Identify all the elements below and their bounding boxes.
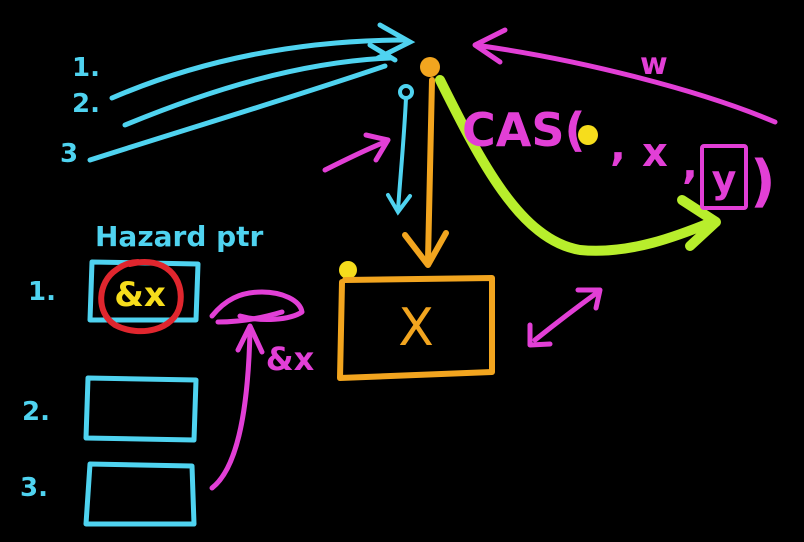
cas-close-paren: ) [750, 149, 776, 214]
hazard-slot-3-value: &x [266, 340, 315, 378]
head-dot [420, 57, 440, 77]
magenta-pointer-arrow [322, 132, 391, 173]
thread-labels: 1. 2. 3 [60, 53, 100, 169]
node-dot [339, 261, 357, 279]
thread-arrows [87, 22, 416, 163]
cas-arg-head-dot [578, 125, 598, 145]
hazard-slot-label-1: 1. [28, 277, 56, 307]
hazard-slot-3 [83, 461, 197, 527]
thread-label-1: 1. [72, 53, 100, 83]
cas-sep-2: , [682, 139, 698, 188]
hazard-slot-3-pointer [209, 289, 305, 491]
thread-arrow-1 [109, 37, 408, 101]
weight-label: w [640, 47, 668, 82]
hazard-slot-label-2: 2. [22, 397, 50, 427]
cyan-down-arrow [386, 84, 414, 216]
magenta-double-arrow [527, 287, 603, 348]
thread-arrow-3 [87, 63, 388, 163]
hazard-slot-label-3: 3. [20, 473, 48, 503]
hazard-slot-labels: 1. 2. 3. [20, 277, 56, 503]
thread-label-3: 3 [60, 139, 78, 169]
hazard-slot-1-value: &x [114, 275, 166, 315]
cas-sep-1: , [610, 121, 626, 170]
cas-arg-x: x [642, 130, 668, 176]
head-to-node-arrow [425, 77, 435, 263]
hazard-title: Hazard ptr [95, 220, 264, 253]
node-box: X [337, 261, 495, 381]
cas-arg-y: y [712, 157, 737, 201]
thread-label-2: 2. [72, 89, 100, 119]
hazard-slot-2 [83, 375, 199, 443]
node-label: X [398, 298, 434, 358]
thread-arrow-2 [122, 55, 393, 128]
cas-text: CAS( [462, 103, 586, 157]
whiteboard-diagram: 1. 2. 3 X CAS( , x , y ) w Hazard ptr 1.… [20, 22, 778, 527]
